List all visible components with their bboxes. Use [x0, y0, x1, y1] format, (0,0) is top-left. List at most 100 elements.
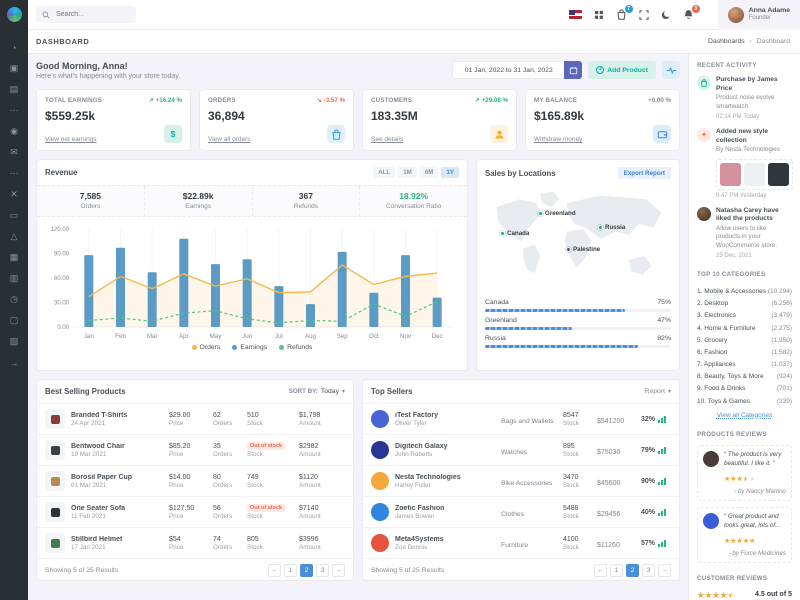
app-logo[interactable] [7, 7, 22, 22]
advance-ui-icon[interactable]: ✕ [0, 184, 28, 205]
map-marker-russia[interactable]: Russia [598, 224, 625, 231]
svg-text:May: May [210, 333, 223, 340]
product-thumbnail [45, 409, 65, 429]
breadcrumb-separator-icon: › [750, 38, 752, 45]
cart-button[interactable]: 7 [616, 9, 627, 20]
user-menu[interactable]: Anna Adame Founder [718, 0, 800, 30]
page-2-button[interactable]: 2 [300, 564, 313, 577]
page-2-button[interactable]: 2 [626, 564, 639, 577]
wallet-icon [653, 125, 671, 143]
search-input[interactable] [54, 10, 126, 19]
legend-orders: Orders [192, 344, 221, 351]
filter-1y[interactable]: 1Y [441, 167, 459, 178]
world-map: Canada Greenland Russia Palestine [482, 186, 674, 292]
page-3-button[interactable]: 3 [316, 564, 329, 577]
components-icon[interactable]: ▢ [0, 310, 28, 331]
page-title-bar: DASHBOARD Dashboards › Dashboard [28, 30, 800, 54]
stat-link[interactable]: View all orders [208, 136, 251, 143]
layouts-icon[interactable]: ▤ [0, 79, 28, 100]
product-thumbnail [45, 533, 65, 553]
revenue-summary: 7,585 Orders $22.89k Earnings 367 Refund… [37, 185, 467, 217]
apps-menu-button[interactable] [594, 10, 604, 20]
category-row: 2. Desktop (6,256) [697, 298, 792, 310]
page-1-button[interactable]: 1 [610, 564, 623, 577]
sort-by-dropdown[interactable]: SORT BY: Today ▾ [289, 388, 345, 395]
fullscreen-button[interactable] [639, 10, 649, 20]
location-bar-row: Canada75% [485, 299, 671, 312]
maps-icon[interactable]: ▧ [0, 331, 28, 352]
chart-legend: Orders Earnings Refunds [37, 341, 467, 356]
user-avatar [728, 7, 744, 23]
language-flag-button[interactable] [569, 10, 582, 19]
rating-stars: ★★★★★★★★★★ [724, 538, 755, 545]
calendar-button[interactable] [564, 61, 582, 79]
activity-item: Purchase by James Price Product noise ev… [697, 76, 792, 120]
tables-icon[interactable]: ▦ [0, 247, 28, 268]
svg-text:Mar: Mar [147, 333, 158, 340]
history-icon[interactable]: ◷ [0, 289, 28, 310]
report-dropdown[interactable]: Report ▾ [645, 388, 671, 395]
map-marker-canada[interactable]: Canada [500, 230, 529, 237]
mini-bars-icon [658, 477, 666, 485]
activity-shortcut-button[interactable] [662, 61, 680, 79]
page-1-button[interactable]: 1 [284, 564, 297, 577]
stat-link[interactable]: View net earnings [45, 136, 97, 143]
date-range-picker: 01 Jan, 2022 to 31 Jan, 2022 [452, 61, 582, 79]
summary-cell: $22.89k Earnings [145, 186, 253, 216]
filter-1m[interactable]: 1M [398, 167, 417, 178]
collection-badge-icon: ✦ [697, 128, 711, 142]
widgets-icon[interactable]: ▭ [0, 205, 28, 226]
category-row: 7. Appliances (1,037) [697, 359, 792, 371]
table-row: Stillbird Helmet 17 Jan 2021 $54Price 74… [37, 527, 353, 558]
collection-thumbnails [716, 159, 793, 190]
svg-text:Feb: Feb [115, 333, 126, 340]
filter-6m[interactable]: 6M [420, 167, 439, 178]
chevron-down-icon: ▾ [342, 388, 345, 395]
menu-ellipsis-icon[interactable]: ⋯ [0, 100, 28, 121]
stat-card-orders: ORDERS ↘ -3.57 % 36,894 View all orders [199, 89, 354, 151]
multilevel-icon[interactable]: → [0, 352, 28, 373]
date-range-input[interactable]: 01 Jan, 2022 to 31 Jan, 2022 [452, 61, 564, 79]
best-selling-card: Best Selling Products SORT BY: Today ▾ B… [36, 379, 354, 581]
stat-value: $165.89k [534, 109, 671, 123]
forms-icon[interactable]: △ [0, 226, 28, 247]
stat-delta: ↗ +16.24 % [149, 97, 182, 104]
messages-icon[interactable]: ✉ [0, 142, 28, 163]
menu-ellipsis2-icon[interactable]: ⋯ [0, 163, 28, 184]
theme-toggle-button[interactable] [661, 10, 671, 20]
account-icon[interactable]: ◉ [0, 121, 28, 142]
stat-card-total-earnings: TOTAL EARNINGS ↗ +16.24 % $559.25k View … [36, 89, 191, 151]
purchase-bag-icon [697, 76, 711, 90]
page-3-button[interactable]: 3 [642, 564, 655, 577]
add-product-button[interactable]: + Add Product [588, 61, 656, 79]
us-flag-icon [569, 10, 582, 19]
prev-page-button[interactable]: ← [594, 564, 607, 577]
category-list: 1. Mobile & Accessories (10,294) 2. Desk… [697, 285, 792, 407]
next-page-button[interactable]: → [658, 564, 671, 577]
prev-page-button[interactable]: ← [268, 564, 281, 577]
stat-card-customers: CUSTOMERS ↗ +29.08 % 183.35M See details [362, 89, 517, 151]
notification-count-badge: 3 [692, 5, 700, 13]
mini-bars-icon [658, 415, 666, 423]
seller-logo [371, 410, 389, 428]
table-row: Meta4Systems Zoe Dennis Furniture 4100St… [363, 527, 679, 558]
stat-link[interactable]: See details [371, 136, 403, 143]
dashboard-page: ◔ ▣ ▤ ⋯ ◉ ✉ ⋯ ✕ ▭ △ ▦ ▥ [0, 0, 800, 600]
export-report-button[interactable]: Export Report [618, 167, 671, 179]
apps-icon[interactable]: ▣ [0, 58, 28, 79]
notifications-button[interactable]: 3 [683, 9, 694, 20]
view-all-categories-link[interactable]: View all Categories [697, 412, 792, 419]
breadcrumb-root[interactable]: Dashboards [708, 38, 745, 45]
svg-text:Sep: Sep [337, 333, 349, 340]
stat-link[interactable]: Withdraw money [534, 136, 582, 143]
next-page-button[interactable]: → [332, 564, 345, 577]
charts-icon[interactable]: ▥ [0, 268, 28, 289]
results-summary: Showing 5 of 25 Results [371, 567, 444, 574]
dashboards-icon[interactable]: ◔ [0, 37, 28, 58]
greeting-title: Good Morning, Anna! [36, 61, 180, 71]
category-row: 6. Fashion (1,582) [697, 346, 792, 358]
top-sellers-rows: iTest Factory Oliver Tyler Bags and Wall… [363, 403, 679, 558]
map-marker-palestine[interactable]: Palestine [566, 246, 600, 253]
map-marker-greenland[interactable]: Greenland [538, 210, 576, 217]
filter-all[interactable]: ALL [373, 167, 395, 178]
